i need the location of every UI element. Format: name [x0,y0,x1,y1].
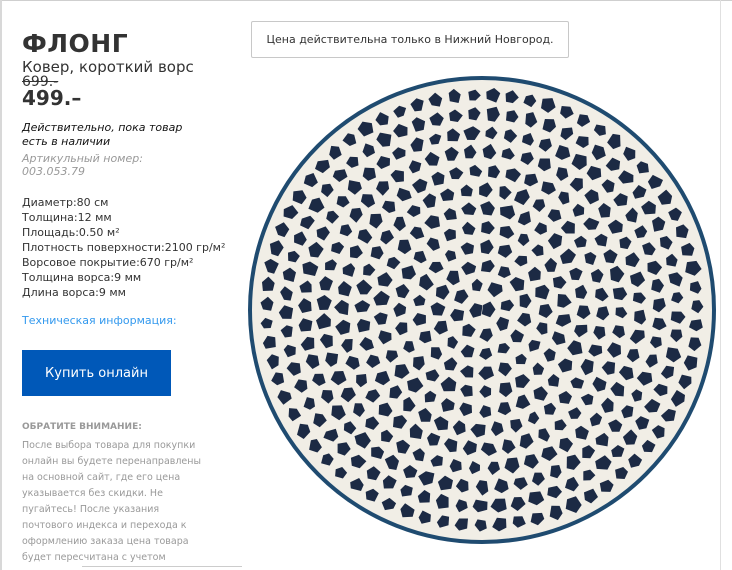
article-number: Артикульный номер: 003.053.79 [22,152,143,178]
spec-item: Плотность поверхности:2100 гр/м² [22,241,226,254]
spec-item: Ворсовое покрытие:670 гр/м² [22,256,194,269]
validity-note: Действительно, пока товар есть в наличии [22,121,183,148]
left-border [0,0,2,570]
divider [82,566,242,567]
price: 499.– [22,86,82,110]
city-price-notice: Цена действительна только в Нижний Новго… [251,21,569,58]
scrollbar-edge [720,0,721,570]
spec-item: Толщина:12 мм [22,211,112,224]
product-image [248,76,716,544]
spec-item: Длина ворса:9 мм [22,286,126,299]
notice-text: После выбора товара для покупки онлайн в… [22,440,201,563]
spec-item: Толщина ворса:9 мм [22,271,142,284]
city-price-text: Цена действительна только в Нижний Новго… [266,33,554,46]
buy-online-button[interactable]: Купить онлайн [22,350,171,396]
rug-base [248,76,716,544]
spec-item: Площадь:0.50 м² [22,226,120,239]
product-title: ФЛОНГ [22,29,129,58]
spec-list: Диаметр:80 см Толщина:12 мм Площадь:0.50… [22,195,225,300]
spec-item: Диаметр:80 см [22,196,109,209]
top-border [0,0,732,1]
notice-heading: ОБРАТИТЕ ВНИМАНИЕ: [22,422,142,432]
tech-info-link[interactable]: Техническая информация: [22,314,177,327]
